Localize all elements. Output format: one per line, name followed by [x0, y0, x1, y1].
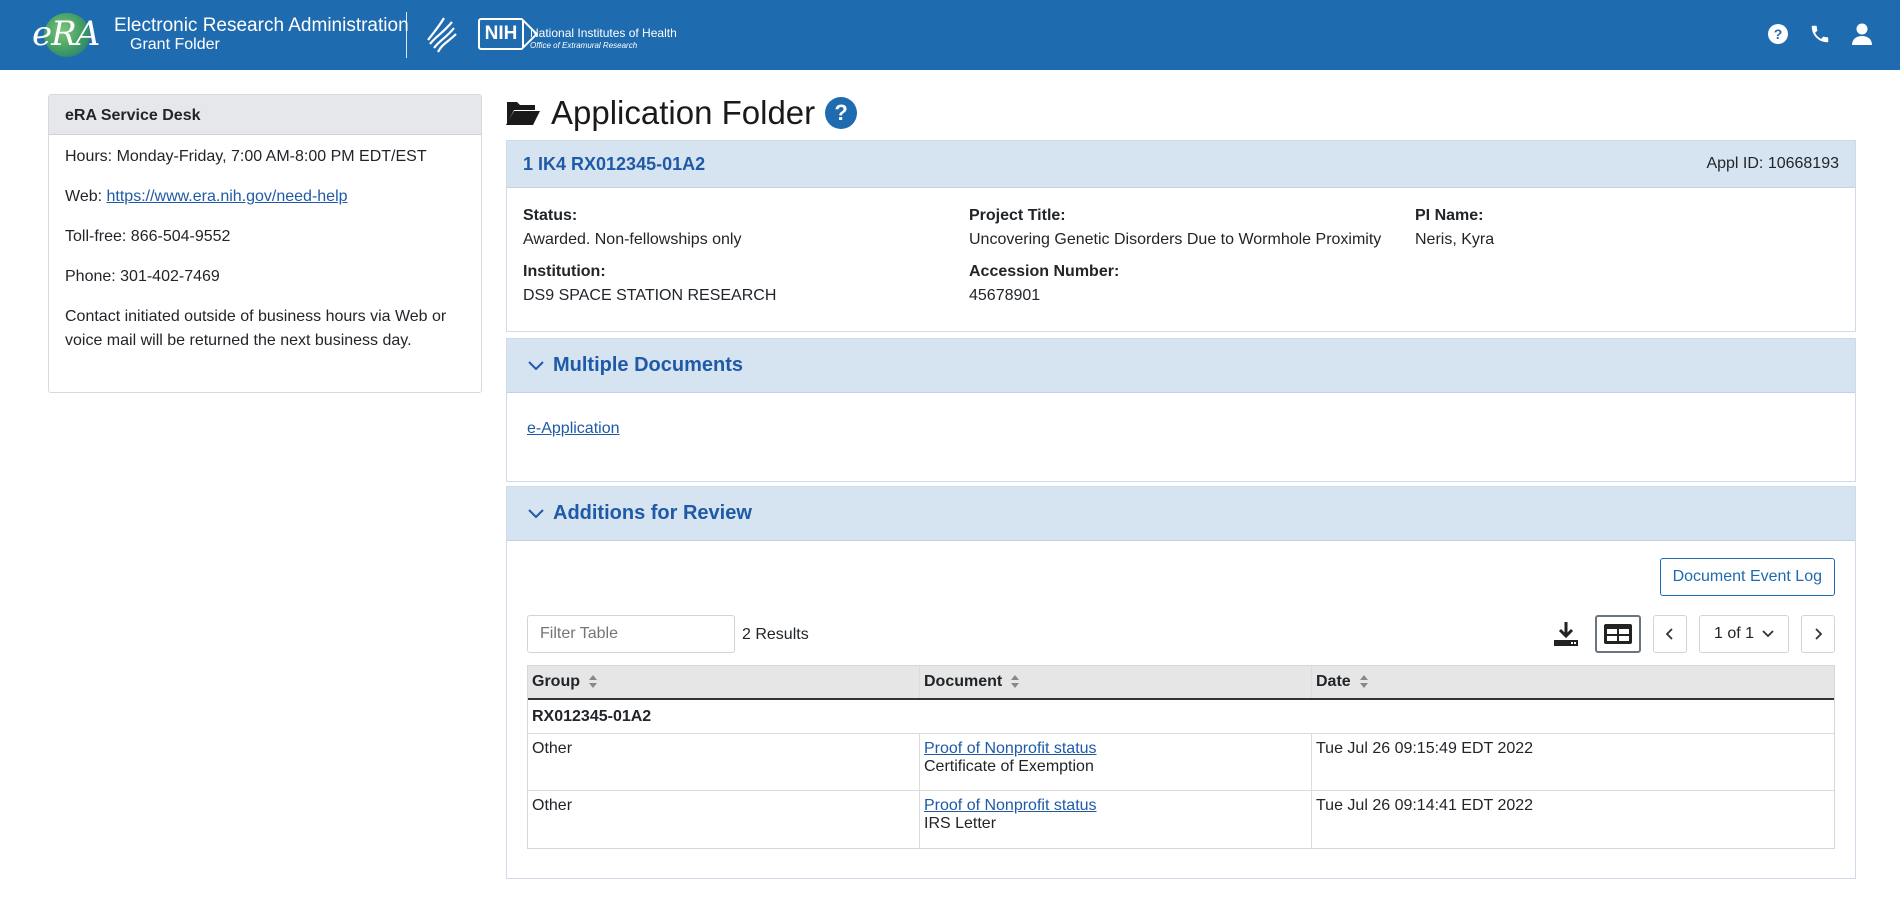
service-desk-panel: eRA Service Desk Hours: Monday-Friday, 7… — [48, 94, 482, 393]
status-value: Awarded. Non-fellowships only — [523, 231, 742, 248]
next-page-button[interactable] — [1801, 615, 1835, 653]
accession-label: Accession Number: — [969, 263, 1120, 280]
chevron-down-icon — [528, 508, 544, 518]
project-title-label: Project Title: — [969, 207, 1066, 224]
prev-page-button[interactable] — [1653, 615, 1687, 653]
column-header-group[interactable]: Group — [528, 666, 920, 698]
filter-table-input[interactable] — [527, 615, 735, 653]
column-label: Document — [924, 673, 1003, 690]
status-label: Status: — [523, 207, 578, 224]
web-label: Web: — [65, 188, 107, 205]
nih-name: National Institutes of Health — [530, 26, 677, 40]
nih-office: Office of Extramural Research — [530, 41, 638, 50]
sort-icon — [588, 675, 598, 689]
hhs-eagle-icon — [427, 17, 457, 53]
institution-label: Institution: — [523, 263, 606, 280]
cell-group: Other — [528, 734, 920, 790]
help-icon[interactable]: ? — [1766, 22, 1790, 46]
era-logo[interactable]: eRA — [30, 12, 100, 58]
svg-text:?: ? — [1774, 26, 1783, 42]
document-event-log-button[interactable]: Document Event Log — [1659, 558, 1835, 596]
service-desk-title: eRA Service Desk — [49, 95, 481, 135]
e-application-link[interactable]: e-Application — [527, 420, 620, 438]
app-title: Electronic Research Administration — [114, 15, 409, 36]
cell-date: Tue Jul 26 09:14:41 EDT 2022 — [1316, 797, 1534, 814]
sort-icon — [1010, 675, 1020, 689]
service-desk-hours: Hours: Monday-Friday, 7:00 AM-8:00 PM ED… — [65, 148, 427, 165]
pi-name-value: Neris, Kyra — [1415, 231, 1495, 248]
page-title: Application Folder — [551, 94, 816, 131]
table-row: Other Proof of Nonprofit status IRS Lett… — [528, 791, 1834, 848]
additions-title: Additions for Review — [553, 502, 752, 524]
download-icon[interactable] — [1549, 615, 1583, 653]
pi-name-field: PI Name: Neris, Kyra — [1415, 204, 1494, 252]
phone-icon[interactable] — [1808, 22, 1832, 46]
grant-number: 1 IK4 RX012345-01A2 — [523, 153, 706, 174]
header-icons: ? — [1766, 22, 1874, 46]
additions-for-review-section: Additions for Review Document Event Log … — [506, 486, 1856, 879]
status-field: Status: Awarded. Non-fellowships only — [523, 204, 741, 252]
service-desk-note: Contact initiated outside of business ho… — [65, 308, 447, 349]
project-title-value: Uncovering Genetic Disorders Due to Worm… — [969, 231, 1382, 248]
appl-id: Appl ID: 10668193 — [1706, 155, 1839, 172]
column-header-document[interactable]: Document — [920, 666, 1312, 698]
institution-field: Institution: DS9 SPACE STATION RESEARCH — [523, 260, 776, 308]
need-help-link[interactable]: https://www.era.nih.gov/need-help — [107, 188, 348, 205]
chevron-right-icon — [1815, 628, 1823, 640]
table-group-row: RX012345-01A2 — [528, 700, 1834, 734]
column-header-date[interactable]: Date — [1312, 666, 1834, 698]
additions-toggle[interactable]: Additions for Review — [507, 487, 1855, 541]
multiple-documents-toggle[interactable]: Multiple Documents — [507, 339, 1855, 393]
column-label: Group — [532, 673, 580, 690]
folder-open-icon — [506, 102, 540, 125]
project-title-field: Project Title: Uncovering Genetic Disord… — [969, 204, 1381, 252]
multiple-documents-section: Multiple Documents e-Application — [506, 338, 1856, 482]
chevron-left-icon — [1665, 628, 1673, 640]
document-subtitle: IRS Letter — [924, 815, 997, 832]
table-tools: 1 of 1 — [1549, 615, 1835, 653]
chevron-down-icon — [1762, 630, 1774, 638]
cell-date: Tue Jul 26 09:15:49 EDT 2022 — [1316, 740, 1534, 757]
service-desk-tollfree: Toll-free: 866-504-9552 — [65, 228, 231, 245]
header-divider — [406, 12, 407, 58]
era-logo-text: eRA — [32, 14, 100, 54]
page-indicator: 1 of 1 — [1713, 625, 1755, 642]
accession-field: Accession Number: 45678901 — [969, 260, 1119, 308]
column-label: Date — [1316, 673, 1351, 690]
top-navbar: eRA Electronic Research Administration G… — [0, 0, 1900, 70]
table-header-row: Group Document Date — [528, 666, 1834, 700]
application-info-card: 1 IK4 RX012345-01A2 Appl ID: 10668193 St… — [506, 140, 1856, 332]
multiple-documents-title: Multiple Documents — [553, 354, 744, 376]
page-help-icon[interactable]: ? — [825, 97, 858, 129]
page-select[interactable]: 1 of 1 — [1699, 615, 1789, 653]
results-count: 2 Results — [742, 626, 809, 643]
page-title-row: Application Folder ? — [505, 94, 858, 132]
institution-value: DS9 SPACE STATION RESEARCH — [523, 287, 777, 304]
table-view-icon[interactable] — [1595, 615, 1641, 653]
additions-table: Group Document Date RX012345-01A2 Other … — [527, 665, 1835, 849]
pi-name-label: PI Name: — [1415, 207, 1484, 224]
cell-group: Other — [528, 791, 920, 848]
service-desk-phone: Phone: 301-402-7469 — [65, 268, 220, 285]
table-row: Other Proof of Nonprofit status Certific… — [528, 734, 1834, 791]
service-desk-web: Web: https://www.era.nih.gov/need-help — [65, 185, 465, 209]
cell-document: Proof of Nonprofit status Certificate of… — [920, 734, 1312, 790]
accession-value: 45678901 — [969, 287, 1041, 304]
document-link[interactable]: Proof of Nonprofit status — [924, 740, 1097, 757]
user-icon[interactable] — [1850, 22, 1874, 46]
document-subtitle: Certificate of Exemption — [924, 758, 1094, 775]
sort-icon — [1359, 675, 1369, 689]
app-subtitle: Grant Folder — [130, 36, 220, 53]
nih-logo[interactable]: NIH — [478, 18, 524, 50]
chevron-down-icon — [528, 360, 544, 370]
document-link[interactable]: Proof of Nonprofit status — [924, 797, 1097, 814]
cell-document: Proof of Nonprofit status IRS Letter — [920, 791, 1312, 848]
